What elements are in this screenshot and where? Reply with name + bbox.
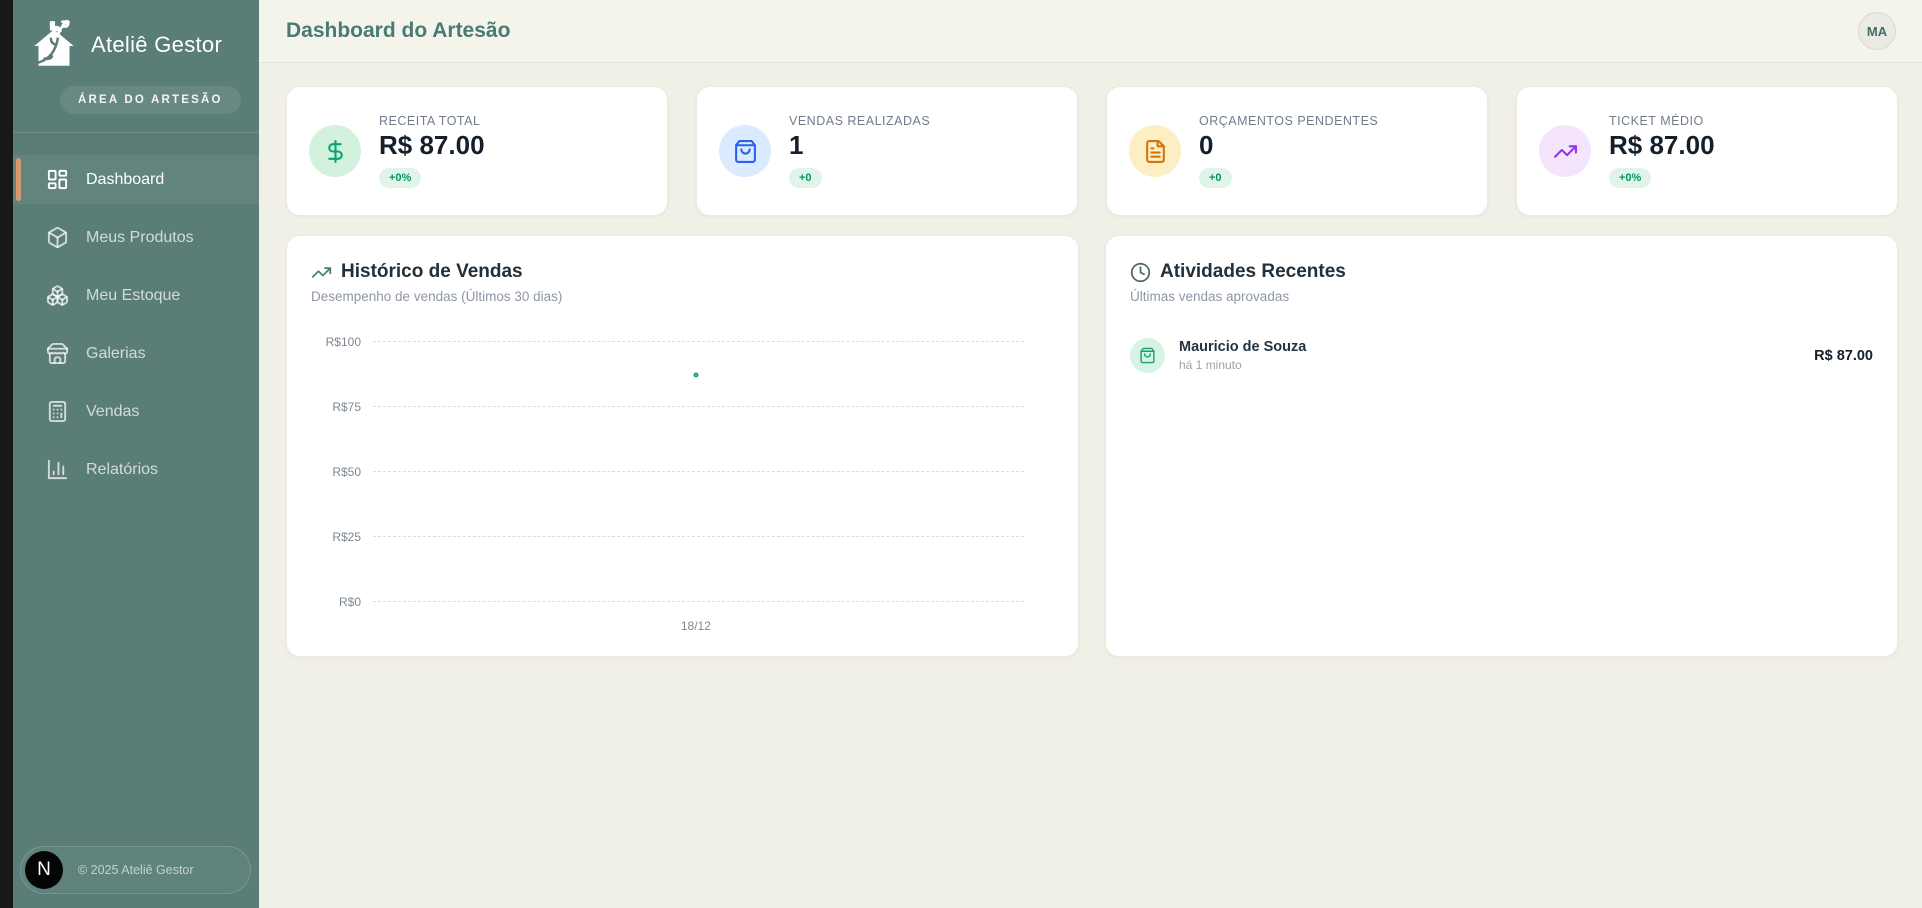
boxes-icon xyxy=(46,284,69,307)
content: RECEITA TOTAL R$ 87.00 +0% VENDAS REALIZADA… xyxy=(259,63,1922,657)
trending-up-icon xyxy=(1539,125,1591,177)
page-title: Dashboard do Artesão xyxy=(286,19,510,43)
activities-panel-title: Atividades Recentes xyxy=(1160,261,1346,283)
y-axis-tick-label: R$100 xyxy=(301,335,361,349)
sidebar-item-meus-produtos[interactable]: Meus Produtos xyxy=(13,213,259,262)
stat-card-ticket-medio: TICKET MÉDIO R$ 87.00 +0% xyxy=(1516,86,1898,216)
brand-name: Ateliê Gestor xyxy=(91,32,222,58)
activity-timestamp: há 1 minuto xyxy=(1179,358,1306,372)
sidebar-item-galerias[interactable]: Galerias xyxy=(13,329,259,378)
sidebar-item-label: Galerias xyxy=(86,345,146,363)
sales-panel-header: Histórico de Vendas xyxy=(311,261,1054,283)
clock-icon xyxy=(1130,262,1151,283)
y-axis-tick-label: R$75 xyxy=(301,400,361,414)
activity-amount: R$ 87.00 xyxy=(1814,348,1873,364)
active-indicator-bar xyxy=(16,158,21,201)
package-icon xyxy=(46,226,69,249)
chart-gridline xyxy=(373,471,1024,472)
footer-pill: N © 2025 Ateliê Gestor xyxy=(20,846,251,894)
activities-panel-subtitle: Últimas vendas aprovadas xyxy=(1130,289,1873,304)
topbar: Dashboard do Artesão MA xyxy=(259,0,1922,63)
activity-customer-name: Mauricio de Souza xyxy=(1179,339,1306,355)
sidebar: Ateliê Gestor ÁREA DO ARTESÃO Dashboard M… xyxy=(13,0,259,908)
sales-panel-title: Histórico de Vendas xyxy=(341,261,523,283)
sidebar-item-vendas[interactable]: Vendas xyxy=(13,387,259,436)
activity-info: Mauricio de Souza há 1 minuto xyxy=(1179,339,1306,372)
stat-trend-badge: +0% xyxy=(1609,168,1651,188)
stat-trend-badge: +0 xyxy=(1199,168,1232,188)
dollar-sign-icon xyxy=(309,125,361,177)
area-badge: ÁREA DO ARTESÃO xyxy=(60,86,241,114)
sidebar-nav: Dashboard Meus Produtos Meu Estoque Galeria… xyxy=(13,133,259,503)
layout-dashboard-icon xyxy=(46,168,69,191)
main-area: Dashboard do Artesão MA RECEITA TOTAL R$ … xyxy=(259,0,1922,908)
stat-label: RECEITA TOTAL xyxy=(379,114,485,128)
activity-list: Mauricio de Souza há 1 minuto R$ 87.00 xyxy=(1130,338,1873,373)
sidebar-item-meu-estoque[interactable]: Meu Estoque xyxy=(13,271,259,320)
recent-activities-panel: Atividades Recentes Últimas vendas aprov… xyxy=(1105,235,1898,657)
shopping-bag-icon xyxy=(1130,338,1165,373)
user-avatar[interactable]: MA xyxy=(1858,12,1896,50)
stat-card-vendas-realizadas: VENDAS REALIZADAS 1 +0 xyxy=(696,86,1078,216)
sidebar-item-label: Meu Estoque xyxy=(86,287,180,305)
stat-body: ORÇAMENTOS PENDENTES 0 +0 xyxy=(1199,114,1378,188)
window-edge-strip xyxy=(0,0,13,908)
stat-value: R$ 87.00 xyxy=(1609,130,1715,161)
store-icon xyxy=(46,342,69,365)
sidebar-item-relatorios[interactable]: Relatórios xyxy=(13,445,259,494)
sidebar-item-label: Relatórios xyxy=(86,461,158,479)
calculator-icon xyxy=(46,400,69,423)
stat-value: R$ 87.00 xyxy=(379,130,485,161)
sidebar-footer: N © 2025 Ateliê Gestor xyxy=(20,846,251,894)
file-text-icon xyxy=(1129,125,1181,177)
brand-logo-row: Ateliê Gestor xyxy=(13,0,259,80)
app-window: Ateliê Gestor ÁREA DO ARTESÃO Dashboard M… xyxy=(0,0,1922,908)
stat-body: VENDAS REALIZADAS 1 +0 xyxy=(789,114,930,188)
activities-panel-header: Atividades Recentes xyxy=(1130,261,1873,283)
chart-gridline xyxy=(373,536,1024,537)
chart-gridline xyxy=(373,601,1024,602)
stat-label: ORÇAMENTOS PENDENTES xyxy=(1199,114,1378,128)
stat-value: 0 xyxy=(1199,130,1378,161)
sidebar-item-label: Dashboard xyxy=(86,171,164,189)
y-axis-tick-label: R$25 xyxy=(301,530,361,544)
panels-row: Histórico de Vendas Desempenho de vendas… xyxy=(286,235,1898,657)
sidebar-item-dashboard[interactable]: Dashboard xyxy=(13,155,259,204)
stat-value: 1 xyxy=(789,130,930,161)
sales-panel-subtitle: Desempenho de vendas (Últimos 30 dias) xyxy=(311,289,1054,304)
sales-history-panel: Histórico de Vendas Desempenho de vendas… xyxy=(286,235,1079,657)
atelie-house-logo-icon xyxy=(25,16,83,74)
stat-trend-badge: +0% xyxy=(379,168,421,188)
bar-chart-icon xyxy=(46,458,69,481)
shopping-bag-icon xyxy=(719,125,771,177)
chart-gridline xyxy=(373,406,1024,407)
activity-list-item: Mauricio de Souza há 1 minuto R$ 87.00 xyxy=(1130,338,1873,373)
stat-cards-row: RECEITA TOTAL R$ 87.00 +0% VENDAS REALIZADA… xyxy=(286,86,1898,216)
sales-line-chart: R$100R$75R$50R$25R$018/12 xyxy=(311,341,1054,641)
stat-card-receita-total: RECEITA TOTAL R$ 87.00 +0% xyxy=(286,86,668,216)
nextjs-dev-indicator-button[interactable]: N xyxy=(25,851,63,889)
stat-label: TICKET MÉDIO xyxy=(1609,114,1715,128)
y-axis-tick-label: R$50 xyxy=(301,465,361,479)
stat-card-orcamentos-pendentes: ORÇAMENTOS PENDENTES 0 +0 xyxy=(1106,86,1488,216)
stat-label: VENDAS REALIZADAS xyxy=(789,114,930,128)
chart-data-point xyxy=(693,372,698,377)
stat-trend-badge: +0 xyxy=(789,168,822,188)
y-axis-tick-label: R$0 xyxy=(301,595,361,609)
stat-body: TICKET MÉDIO R$ 87.00 +0% xyxy=(1609,114,1715,188)
sidebar-item-label: Vendas xyxy=(86,403,139,421)
x-axis-tick-label: 18/12 xyxy=(681,619,711,633)
stat-body: RECEITA TOTAL R$ 87.00 +0% xyxy=(379,114,485,188)
copyright-text: © 2025 Ateliê Gestor xyxy=(78,863,194,877)
chart-plot-area: R$100R$75R$50R$25R$018/12 xyxy=(373,341,1024,601)
sidebar-item-label: Meus Produtos xyxy=(86,229,194,247)
chart-gridline xyxy=(373,341,1024,342)
trending-up-icon xyxy=(311,262,332,283)
